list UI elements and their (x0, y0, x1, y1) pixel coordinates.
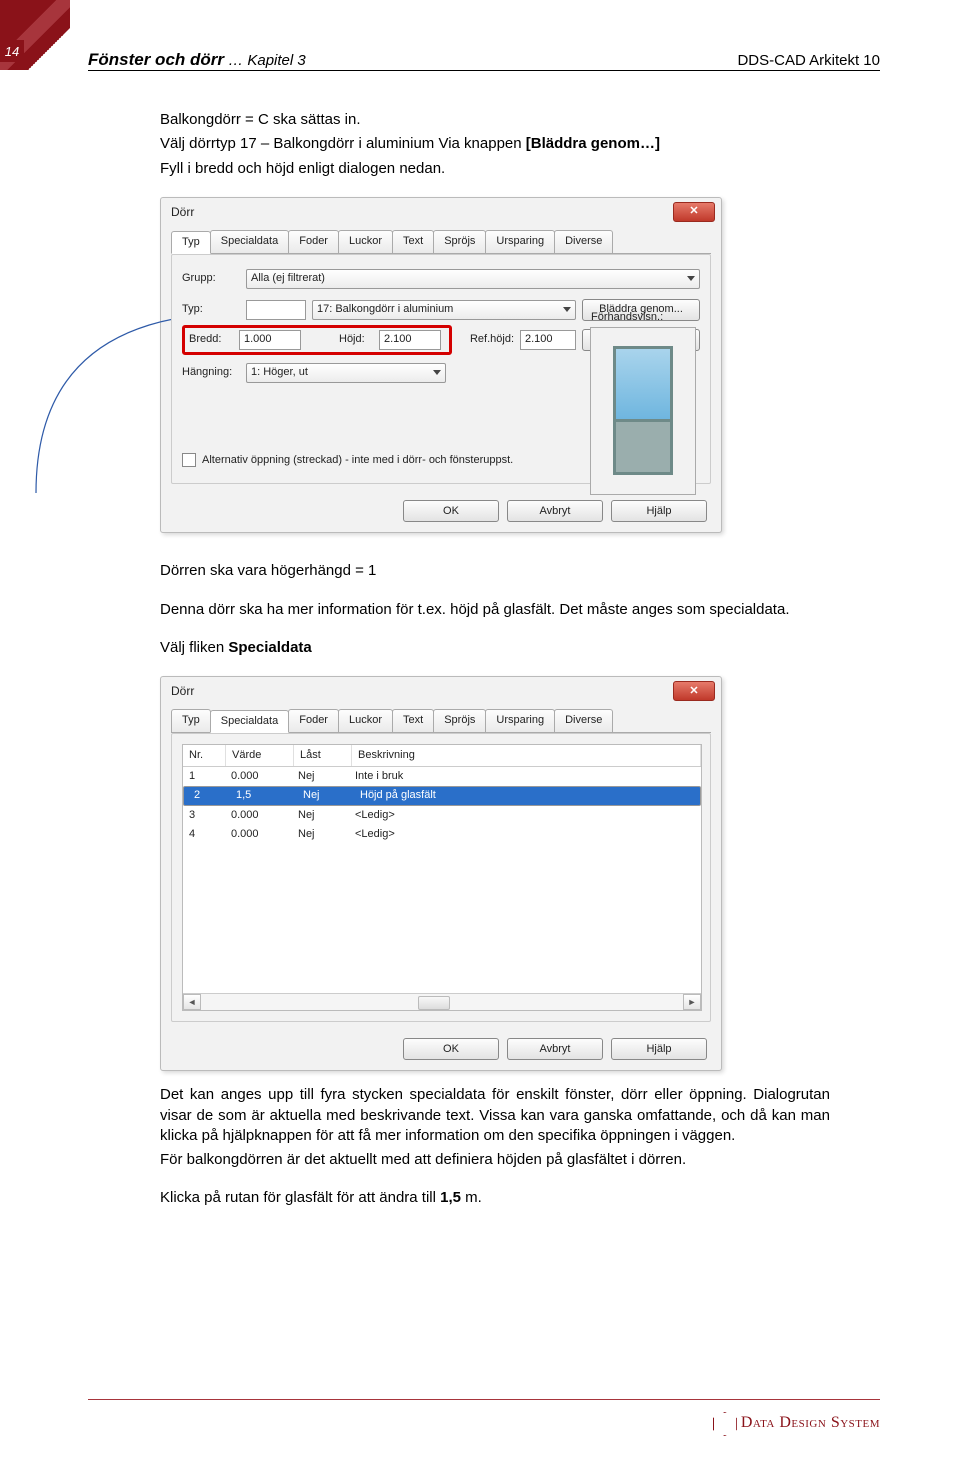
chevron-down-icon (433, 370, 441, 375)
table-row-selected[interactable]: 21,5NejHöjd på glasfält (183, 786, 701, 806)
horizontal-scrollbar[interactable]: ◄ ► (183, 993, 701, 1010)
intro-line-1: Balkongdörr = C ska sättas in. (160, 110, 830, 130)
cancel-button[interactable]: Avbryt (507, 500, 603, 522)
table-row[interactable]: 40.000Nej<Ledig> (183, 825, 701, 844)
tab-text[interactable]: Text (392, 709, 434, 732)
dialog-title: Dörr (171, 683, 194, 699)
ok-button[interactable]: OK (403, 1038, 499, 1060)
tab-sprojs[interactable]: Spröjs (433, 230, 486, 253)
table-row[interactable]: 10.000NejInte i bruk (183, 767, 701, 786)
col-last: Låst (294, 745, 352, 766)
page-number: 14 (0, 40, 24, 62)
dialog-tabs: Typ Specialdata Foder Luckor Text Spröjs… (171, 230, 711, 254)
table-header: Nr. Värde Låst Beskrivning (183, 745, 701, 767)
outro-3: Klicka på rutan för glasfält för att änd… (160, 1188, 830, 1208)
tab-diverse[interactable]: Diverse (554, 230, 613, 253)
tab-ursparing[interactable]: Ursparing (485, 709, 555, 732)
alt-opening-label: Alternativ öppning (streckad) - inte med… (202, 453, 513, 468)
tab-sprojs[interactable]: Spröjs (433, 709, 486, 732)
scroll-thumb[interactable] (418, 996, 450, 1010)
intro-line-2: Välj dörrtyp 17 – Balkongdörr i aluminiu… (160, 134, 830, 154)
specialdata-table[interactable]: Nr. Värde Låst Beskrivning 10.000NejInte… (182, 744, 702, 1011)
door-preview: Förhandsvisn.: (590, 327, 696, 495)
typ-select[interactable]: 17: Balkongdörr i aluminium (312, 300, 576, 320)
mid-text-2: Denna dörr ska ha mer information för t.… (160, 600, 830, 620)
tab-specialdata[interactable]: Specialdata (210, 710, 290, 733)
mid-text-1: Dörren ska vara högerhängd = 1 (160, 561, 830, 581)
outro-2: För balkongdörren är det aktuellt med at… (160, 1150, 830, 1170)
tab-specialdata[interactable]: Specialdata (210, 230, 290, 253)
tab-diverse[interactable]: Diverse (554, 709, 613, 732)
cancel-button[interactable]: Avbryt (507, 1038, 603, 1060)
tab-text[interactable]: Text (392, 230, 434, 253)
tab-luckor[interactable]: Luckor (338, 230, 393, 253)
col-varde: Värde (226, 745, 294, 766)
tab-typ[interactable]: Typ (171, 231, 211, 254)
chevron-down-icon (687, 276, 695, 281)
scroll-right-icon[interactable]: ► (683, 994, 701, 1010)
hangning-select[interactable]: 1: Höger, ut (246, 363, 446, 383)
door-dialog-typ: Dörr ✕ Typ Specialdata Foder Luckor Text … (160, 197, 722, 534)
tab-ursparing[interactable]: Ursparing (485, 230, 555, 253)
help-button[interactable]: Hjälp (611, 1038, 707, 1060)
help-button[interactable]: Hjälp (611, 500, 707, 522)
close-button[interactable]: ✕ (673, 681, 715, 701)
ok-button[interactable]: OK (403, 500, 499, 522)
dialog-title: Dörr (171, 204, 194, 220)
close-button[interactable]: ✕ (673, 202, 715, 222)
mid-text-3: Välj fliken Specialdata (160, 638, 830, 658)
tab-foder[interactable]: Foder (288, 709, 339, 732)
logo-icon (713, 1412, 735, 1434)
refhojd-input[interactable]: 2.100 (520, 330, 576, 350)
intro-line-3: Fyll i bredd och höjd enligt dialogen ne… (160, 159, 830, 179)
chevron-down-icon (563, 307, 571, 312)
alt-opening-checkbox[interactable] (182, 453, 196, 467)
scroll-left-icon[interactable]: ◄ (183, 994, 201, 1010)
bredd-input[interactable]: 1.000 (239, 330, 301, 350)
col-nr: Nr. (183, 745, 226, 766)
header-right: DDS-CAD Arkitekt 10 (737, 52, 880, 69)
door-preview-image (613, 346, 673, 475)
hangning-label: Hängning: (182, 365, 240, 380)
dialog-tabs: Typ Specialdata Foder Luckor Text Spröjs… (171, 709, 711, 733)
col-beskrivning: Beskrivning (352, 745, 701, 766)
tab-foder[interactable]: Foder (288, 230, 339, 253)
typ-label: Typ: (182, 302, 240, 317)
preview-label: Förhandsvisn.: (591, 310, 663, 325)
tab-luckor[interactable]: Luckor (338, 709, 393, 732)
outro-1: Det kan anges upp till fyra stycken spec… (160, 1085, 830, 1146)
grupp-select[interactable]: Alla (ej filtrerat) (246, 269, 700, 289)
bredd-label: Bredd: (189, 332, 233, 347)
grupp-label: Grupp: (182, 271, 240, 286)
hojd-input[interactable]: 2.100 (379, 330, 441, 350)
header-rule (88, 70, 880, 71)
header-left: Fönster och dörr … Kapitel 3 (88, 50, 306, 70)
footer-logo: Data Design System (713, 1412, 880, 1434)
refhojd-label: Ref.höjd: (458, 332, 514, 347)
dimension-highlight: Bredd: 1.000 Höjd: 2.100 (182, 325, 452, 355)
door-dialog-specialdata: Dörr ✕ Typ Specialdata Foder Luckor Text … (160, 676, 722, 1071)
typ-number-input[interactable] (246, 300, 306, 320)
table-row[interactable]: 30.000Nej<Ledig> (183, 806, 701, 825)
footer-rule (88, 1399, 880, 1400)
tab-typ[interactable]: Typ (171, 709, 211, 732)
hojd-label: Höjd: (339, 332, 373, 347)
